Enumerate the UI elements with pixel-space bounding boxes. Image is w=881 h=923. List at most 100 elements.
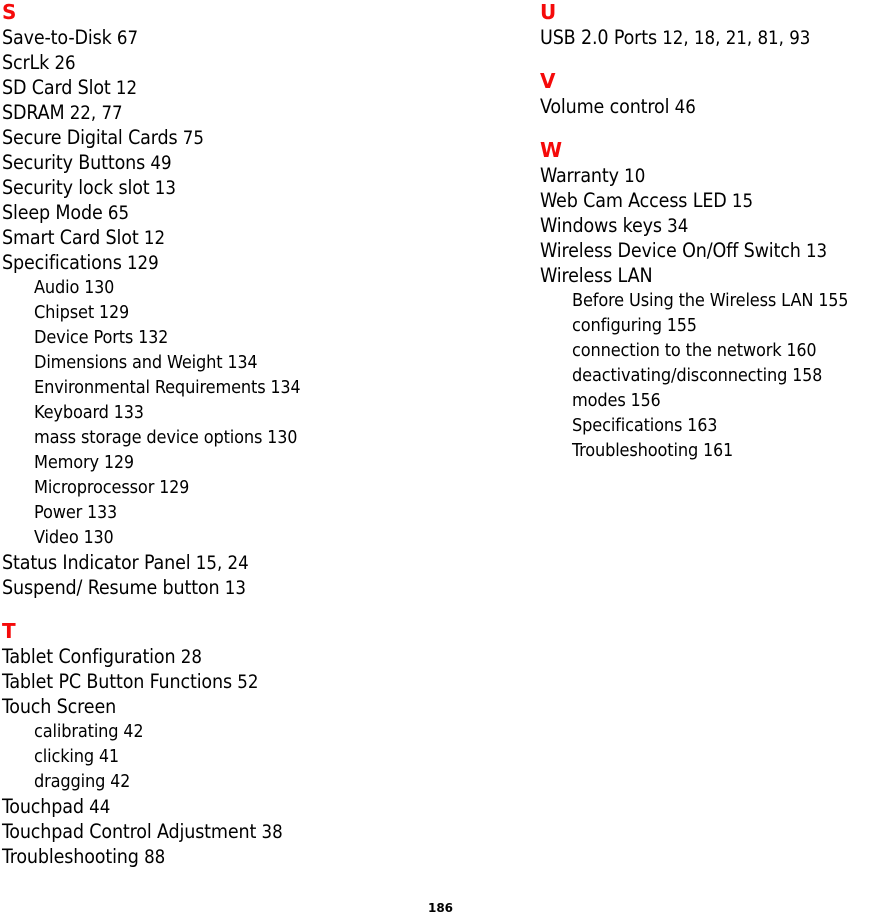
- index-entry: Secure Digital Cards 75: [2, 125, 502, 150]
- index-entry: Security lock slot 13: [2, 175, 502, 200]
- entry-page-refs: 46: [669, 97, 696, 118]
- entry-label: USB 2.0 Ports: [540, 26, 657, 49]
- entry-label: clicking: [34, 746, 95, 767]
- entry-label: Touchpad: [2, 795, 84, 818]
- entry-label: Microprocessor: [34, 477, 155, 498]
- entry-page-refs: 13: [219, 578, 246, 599]
- entry-page-refs: 133: [108, 403, 144, 423]
- entry-page-refs: 129: [154, 478, 190, 498]
- index-entry: Status Indicator Panel 15, 24: [2, 550, 502, 575]
- index-subentry: clicking 41: [2, 744, 502, 769]
- entry-page-refs: 130: [79, 278, 115, 298]
- index-subentry: Memory 129: [2, 450, 502, 475]
- entry-label: Suspend/ Resume button: [2, 576, 220, 599]
- entry-label: connection to the network: [572, 340, 782, 361]
- entry-label: Security lock slot: [2, 176, 150, 199]
- entry-label: dragging: [34, 771, 106, 792]
- index-entry: Touchpad 44: [2, 794, 502, 819]
- entry-label: Specifications: [572, 415, 683, 436]
- index-entry: Specifications 129: [2, 250, 502, 275]
- index-entry: Troubleshooting 88: [2, 844, 502, 869]
- entry-label: Wireless LAN: [540, 264, 653, 287]
- index-section-u: U USB 2.0 Ports 12, 18, 21, 81, 93: [540, 0, 881, 50]
- entry-label: mass storage device options: [34, 427, 263, 448]
- entry-label: Web Cam Access LED: [540, 189, 727, 212]
- index-entry: Tablet PC Button Functions 52: [2, 669, 502, 694]
- index-entry: Save-to-Disk 67: [2, 25, 502, 50]
- entry-page-refs: 130: [78, 528, 114, 548]
- entry-page-refs: 67: [111, 28, 139, 49]
- index-entry: Web Cam Access LED 15: [540, 188, 881, 213]
- entry-label: Dimensions and Weight: [34, 352, 223, 373]
- entry-label: Chipset: [34, 302, 95, 323]
- entry-label: deactivating/disconnecting: [572, 365, 788, 386]
- entry-label: SD Card Slot: [2, 76, 111, 99]
- index-subentry: Environmental Requirements 134: [2, 375, 502, 400]
- entry-label: Before Using the Wireless LAN: [572, 290, 814, 311]
- entry-label: Secure Digital Cards: [2, 126, 178, 149]
- index-subentry: modes 156: [540, 388, 881, 413]
- index-subentry: deactivating/disconnecting 158: [540, 363, 881, 388]
- index-entry: Windows keys 34: [540, 213, 881, 238]
- entry-label: Keyboard: [34, 402, 109, 423]
- entry-page-refs: 42: [105, 772, 131, 792]
- entry-label: Tablet PC Button Functions: [2, 670, 232, 693]
- entry-page-refs: 133: [82, 503, 118, 523]
- entry-page-refs: 129: [121, 253, 159, 274]
- entry-label: Save-to-Disk: [2, 26, 112, 49]
- index-entry: Warranty 10: [540, 163, 881, 188]
- index-entry: ScrLk 26: [2, 50, 502, 75]
- entry-page-refs: 130: [262, 428, 298, 448]
- section-letter-heading: U: [540, 0, 557, 24]
- entry-label: Security Buttons: [2, 151, 146, 174]
- index-subentry: calibrating 42: [2, 719, 502, 744]
- index-entry: Sleep Mode 65: [2, 200, 502, 225]
- entry-label: Smart Card Slot: [2, 226, 139, 249]
- entry-label: Warranty: [540, 164, 619, 187]
- entry-page-refs: 15: [726, 191, 754, 212]
- index-entry: Wireless Device On/Off Switch 13: [540, 238, 881, 263]
- index-entry: Tablet Configuration 28: [2, 644, 502, 669]
- index-column-left: S Save-to-Disk 67 ScrLk 26 SD Card Slot 12 S…: [2, 0, 502, 869]
- entry-label: Tablet Configuration: [2, 645, 176, 668]
- entry-page-refs: 155: [813, 291, 849, 311]
- entry-page-refs: 10: [618, 166, 646, 187]
- index-entry: SDRAM 22, 77: [2, 100, 502, 125]
- entry-page-refs: 26: [49, 53, 76, 74]
- section-letter-heading: V: [540, 69, 556, 93]
- index-subentry: Before Using the Wireless LAN 155: [540, 288, 881, 313]
- entry-page-refs: 13: [149, 178, 176, 199]
- section-letter-heading: T: [2, 619, 16, 643]
- entry-label: Power: [34, 502, 83, 523]
- entry-label: Troubleshooting: [572, 440, 699, 461]
- entry-page-refs: 155: [661, 316, 697, 336]
- entry-page-refs: 42: [118, 722, 144, 742]
- index-column-right: U USB 2.0 Ports 12, 18, 21, 81, 93 V Volume…: [540, 0, 881, 463]
- index-subentry: configuring 155: [540, 313, 881, 338]
- index-subentry: Troubleshooting 161: [540, 438, 881, 463]
- index-entry: Touchpad Control Adjustment 38: [2, 819, 502, 844]
- index-page: S Save-to-Disk 67 ScrLk 26 SD Card Slot 12 S…: [0, 0, 881, 923]
- index-subentry: Specifications 163: [540, 413, 881, 438]
- entry-label: Touch Screen: [2, 695, 117, 718]
- entry-page-refs: 65: [102, 203, 130, 224]
- entry-label: SDRAM: [2, 101, 65, 124]
- index-subentry: Microprocessor 129: [2, 475, 502, 500]
- entry-page-refs: 129: [98, 453, 135, 473]
- page-number: 186: [427, 901, 454, 915]
- entry-label: configuring: [572, 315, 662, 336]
- index-section-t: T Tablet Configuration 28 Tablet PC Button…: [2, 619, 502, 869]
- entry-label: Video: [34, 527, 79, 548]
- entry-page-refs: 22, 77: [64, 103, 123, 124]
- index-entry: Touch Screen: [2, 694, 502, 719]
- entry-label: Environmental Requirements: [34, 377, 266, 398]
- entry-label: Wireless Device On/Off Switch: [540, 239, 801, 262]
- index-entry: USB 2.0 Ports 12, 18, 21, 81, 93: [540, 25, 881, 50]
- entry-page-refs: 156: [625, 391, 661, 411]
- entry-page-refs: 12: [138, 228, 166, 249]
- entry-page-refs: 28: [175, 647, 202, 668]
- section-letter-heading: S: [2, 0, 17, 24]
- entry-page-refs: 41: [94, 747, 120, 767]
- entry-page-refs: 49: [145, 153, 172, 174]
- entry-page-refs: 12, 18, 21, 81, 93: [656, 28, 811, 49]
